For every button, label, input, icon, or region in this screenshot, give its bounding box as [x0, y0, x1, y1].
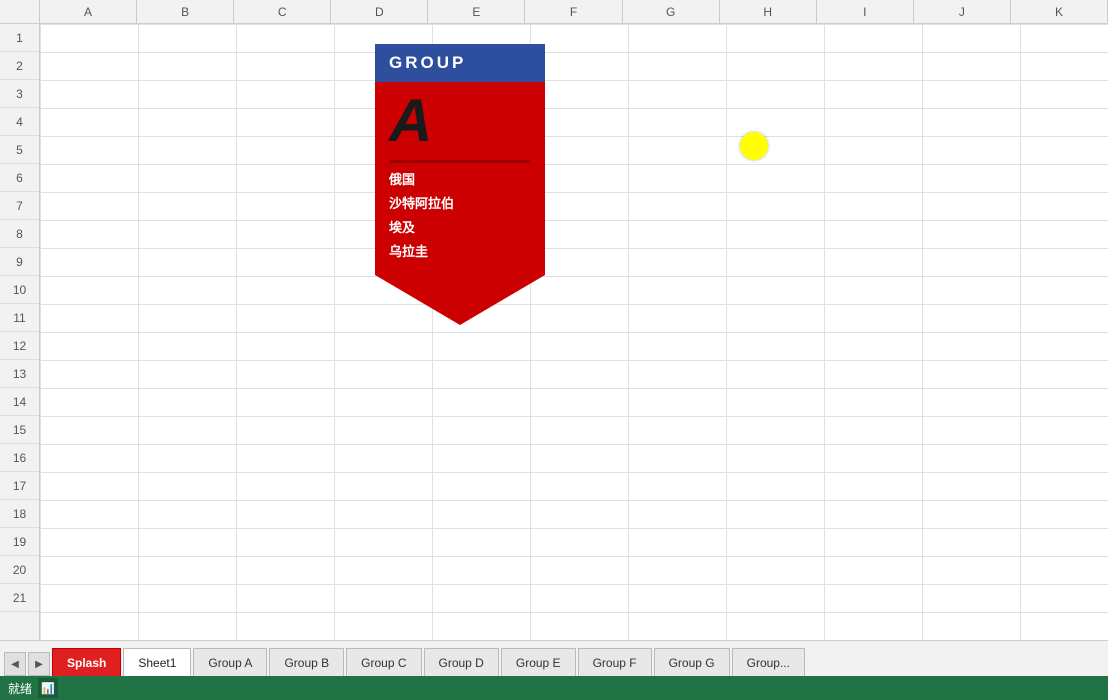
tab-bar: ◀ ▶ Splash Sheet1 Group A Group B Group … — [0, 640, 1108, 676]
tab-group-g[interactable]: Group G — [654, 648, 730, 676]
row-9[interactable]: 9 — [0, 248, 39, 276]
row-21[interactable]: 21 — [0, 584, 39, 612]
bookmark-team-2: 沙特阿拉伯 — [389, 193, 531, 212]
bookmark-body: A 俄国 沙特阿拉伯 埃及 乌拉圭 — [375, 82, 545, 275]
bookmark-divider — [389, 160, 531, 163]
bookmark-team-1: 俄国 — [389, 169, 531, 188]
grid-content[interactable]: GROUP A 俄国 沙特阿拉伯 埃及 乌拉圭 — [40, 24, 1108, 640]
corner-cell — [0, 0, 40, 23]
tab-group-f[interactable]: Group F — [578, 648, 652, 676]
bookmark-point — [375, 275, 545, 325]
tab-group-d[interactable]: Group D — [424, 648, 499, 676]
col-header-c[interactable]: C — [234, 0, 331, 23]
row-2[interactable]: 2 — [0, 52, 39, 80]
col-header-d[interactable]: D — [331, 0, 428, 23]
tab-group-c[interactable]: Group C — [346, 648, 421, 676]
row-10[interactable]: 10 — [0, 276, 39, 304]
cursor-indicator — [740, 132, 768, 160]
row-15[interactable]: 15 — [0, 416, 39, 444]
row-7[interactable]: 7 — [0, 192, 39, 220]
row-12[interactable]: 12 — [0, 332, 39, 360]
row-4[interactable]: 4 — [0, 108, 39, 136]
row-1[interactable]: 1 — [0, 24, 39, 52]
bookmark-shape: GROUP A 俄国 沙特阿拉伯 埃及 乌拉圭 — [375, 44, 545, 325]
tab-next-btn[interactable]: ▶ — [28, 652, 50, 676]
row-20[interactable]: 20 — [0, 556, 39, 584]
tab-group-a[interactable]: Group A — [193, 648, 267, 676]
row-numbers: 1 2 3 4 5 6 7 8 9 10 11 12 13 14 15 16 1… — [0, 24, 40, 640]
spreadsheet-area: 1 2 3 4 5 6 7 8 9 10 11 12 13 14 15 16 1… — [0, 24, 1108, 640]
bookmark-header: GROUP — [375, 44, 545, 82]
col-header-j[interactable]: J — [914, 0, 1011, 23]
row-11[interactable]: 11 — [0, 304, 39, 332]
bookmark-team-3: 埃及 — [389, 217, 531, 236]
bookmark-widget: GROUP A 俄国 沙特阿拉伯 埃及 乌拉圭 — [375, 44, 545, 325]
row-8[interactable]: 8 — [0, 220, 39, 248]
bookmark-letter: A — [389, 88, 531, 154]
row-16[interactable]: 16 — [0, 444, 39, 472]
col-header-a[interactable]: A — [40, 0, 137, 23]
col-header-f[interactable]: F — [525, 0, 622, 23]
tab-group-e[interactable]: Group E — [501, 648, 576, 676]
status-text: 就绪 — [8, 680, 32, 697]
status-bar: 就绪 📊 — [0, 676, 1108, 700]
row-17[interactable]: 17 — [0, 472, 39, 500]
bookmark-team-4: 乌拉圭 — [389, 241, 531, 260]
col-header-b[interactable]: B — [137, 0, 234, 23]
tab-prev-btn[interactable]: ◀ — [4, 652, 26, 676]
tab-group-b[interactable]: Group B — [269, 648, 344, 676]
row-3[interactable]: 3 — [0, 80, 39, 108]
col-header-i[interactable]: I — [817, 0, 914, 23]
tab-group-more[interactable]: Group... — [732, 648, 805, 676]
col-header-e[interactable]: E — [428, 0, 525, 23]
col-header-k[interactable]: K — [1011, 0, 1108, 23]
row-13[interactable]: 13 — [0, 360, 39, 388]
bookmark-header-text: GROUP — [389, 53, 466, 73]
status-icon: 📊 — [38, 678, 58, 698]
row-6[interactable]: 6 — [0, 164, 39, 192]
tab-splash[interactable]: Splash — [52, 648, 121, 676]
col-header-h[interactable]: H — [720, 0, 817, 23]
column-headers: A B C D E F G H I J K — [0, 0, 1108, 24]
row-14[interactable]: 14 — [0, 388, 39, 416]
grid-overlay — [40, 24, 1108, 640]
row-5[interactable]: 5 — [0, 136, 39, 164]
row-19[interactable]: 19 — [0, 528, 39, 556]
col-header-g[interactable]: G — [623, 0, 720, 23]
row-18[interactable]: 18 — [0, 500, 39, 528]
tab-sheet1[interactable]: Sheet1 — [123, 648, 191, 676]
